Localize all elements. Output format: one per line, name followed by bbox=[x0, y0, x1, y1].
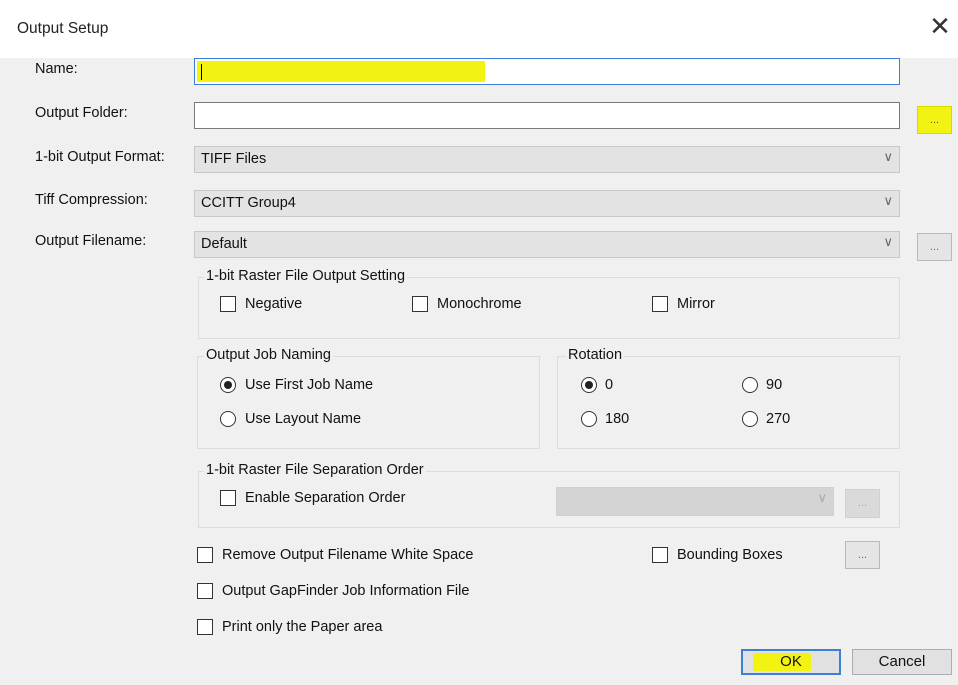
remove-whitespace-label: Remove Output Filename White Space bbox=[222, 547, 474, 563]
title-bar bbox=[0, 0, 958, 58]
job-naming-group bbox=[197, 356, 540, 449]
bounding-boxes-checkbox[interactable] bbox=[652, 547, 668, 563]
layout-name-radio[interactable] bbox=[220, 411, 236, 427]
first-job-name-radio[interactable] bbox=[220, 377, 236, 393]
output-filename-options-button[interactable]: ... bbox=[917, 233, 952, 261]
tiff-compression-label: Tiff Compression: bbox=[35, 192, 148, 208]
name-input[interactable] bbox=[194, 58, 900, 85]
highlight-mark bbox=[197, 61, 485, 82]
text-cursor bbox=[201, 64, 202, 80]
rotation-0-radio[interactable] bbox=[581, 377, 597, 393]
rotation-270-label: 270 bbox=[766, 411, 791, 427]
rotation-180-radio[interactable] bbox=[581, 411, 597, 427]
close-icon[interactable]: ✕ bbox=[928, 13, 952, 39]
gapfinder-checkbox[interactable] bbox=[197, 583, 213, 599]
mirror-checkbox[interactable] bbox=[652, 296, 668, 312]
job-naming-group-title: Output Job Naming bbox=[204, 347, 333, 363]
paper-area-checkbox[interactable] bbox=[197, 619, 213, 635]
gapfinder-label: Output GapFinder Job Information File bbox=[222, 583, 470, 599]
bounding-boxes-label: Bounding Boxes bbox=[677, 547, 783, 563]
rotation-270-radio[interactable] bbox=[742, 411, 758, 427]
rotation-group bbox=[557, 356, 900, 449]
raster-output-group bbox=[198, 277, 900, 339]
negative-checkbox[interactable] bbox=[220, 296, 236, 312]
bit-output-format-label: 1-bit Output Format: bbox=[35, 149, 165, 165]
bounding-boxes-options-button[interactable]: ... bbox=[845, 541, 880, 569]
layout-name-label: Use Layout Name bbox=[245, 411, 362, 427]
ok-button[interactable]: OK bbox=[741, 649, 841, 675]
tiff-compression-select[interactable]: CCITT Group4 ∨ bbox=[194, 190, 900, 217]
output-filename-label: Output Filename: bbox=[35, 233, 147, 249]
chevron-down-icon: ∨ bbox=[883, 193, 893, 208]
first-job-name-label: Use First Job Name bbox=[245, 377, 374, 393]
paper-area-label: Print only the Paper area bbox=[222, 619, 383, 635]
monochrome-checkbox[interactable] bbox=[412, 296, 428, 312]
separation-order-options-button[interactable]: ... bbox=[845, 489, 880, 518]
output-folder-browse-button[interactable]: ... bbox=[917, 106, 952, 134]
remove-whitespace-checkbox[interactable] bbox=[197, 547, 213, 563]
rotation-group-title: Rotation bbox=[566, 347, 625, 363]
chevron-down-icon: ∨ bbox=[883, 149, 893, 164]
rotation-180-label: 180 bbox=[605, 411, 630, 427]
enable-separation-label: Enable Separation Order bbox=[245, 490, 406, 506]
raster-output-group-title: 1-bit Raster File Output Setting bbox=[204, 268, 408, 284]
monochrome-label: Monochrome bbox=[437, 296, 522, 312]
name-label: Name: bbox=[35, 61, 78, 77]
enable-separation-checkbox[interactable] bbox=[220, 490, 236, 506]
rotation-90-label: 90 bbox=[766, 377, 783, 393]
cancel-button[interactable]: Cancel bbox=[852, 649, 952, 675]
negative-label: Negative bbox=[245, 296, 303, 312]
chevron-down-icon: ∨ bbox=[817, 490, 827, 505]
dialog-title: Output Setup bbox=[17, 20, 109, 37]
output-filename-select[interactable]: Default ∨ bbox=[194, 231, 900, 258]
bit-output-format-select[interactable]: TIFF Files ∨ bbox=[194, 146, 900, 173]
output-folder-input[interactable] bbox=[194, 102, 900, 129]
rotation-90-radio[interactable] bbox=[742, 377, 758, 393]
chevron-down-icon: ∨ bbox=[883, 234, 893, 249]
separation-order-group-title: 1-bit Raster File Separation Order bbox=[204, 462, 426, 478]
mirror-label: Mirror bbox=[677, 296, 715, 312]
output-folder-label: Output Folder: bbox=[35, 105, 128, 121]
separation-order-select[interactable]: ∨ bbox=[556, 487, 834, 516]
rotation-0-label: 0 bbox=[605, 377, 614, 393]
